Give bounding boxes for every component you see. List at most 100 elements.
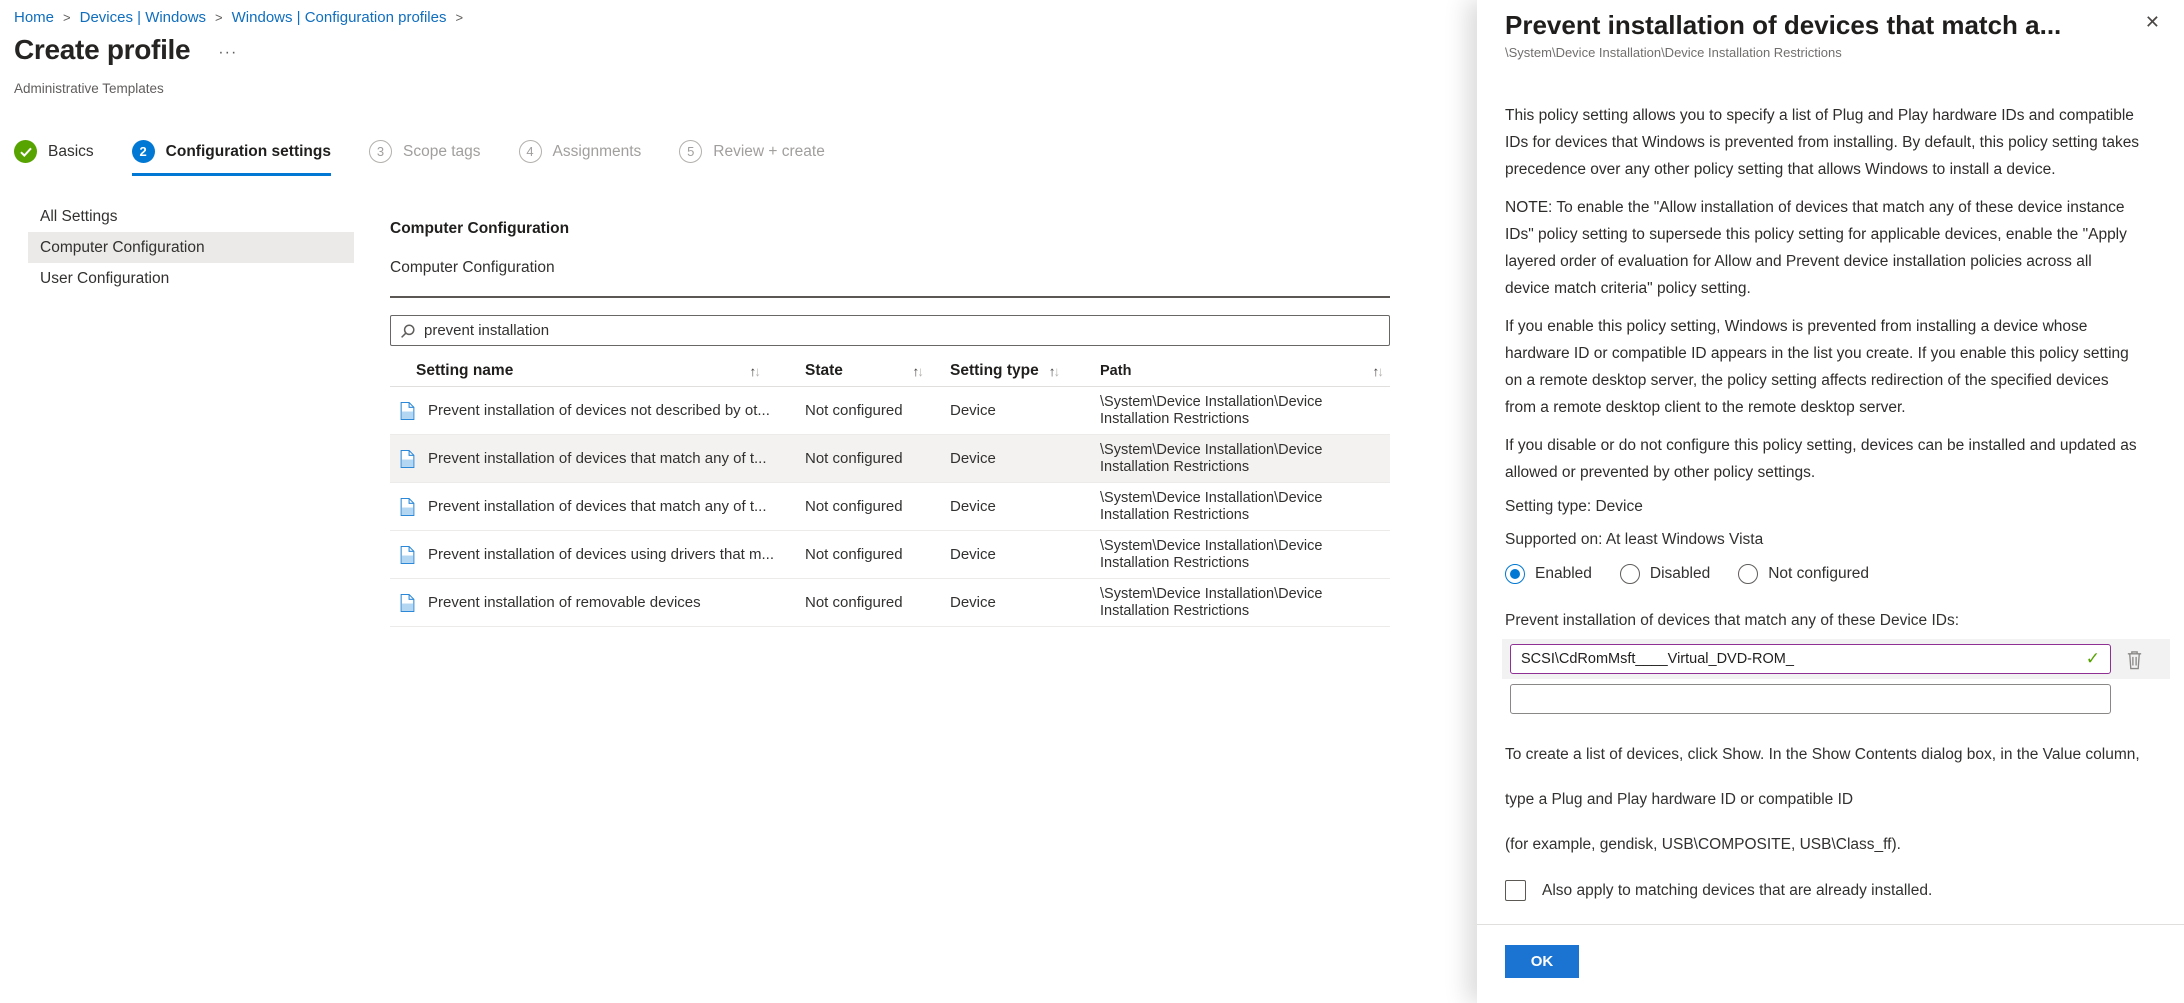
column-header-state[interactable]: State ↑↓ bbox=[805, 362, 950, 380]
sort-icon[interactable]: ↑↓ bbox=[1373, 363, 1383, 380]
sidebar-item-computer-configuration[interactable]: Computer Configuration bbox=[28, 232, 354, 263]
also-apply-checkbox[interactable] bbox=[1505, 880, 1526, 901]
column-label: Setting type bbox=[950, 362, 1039, 380]
panel-path-subtitle: \System\Device Installation\Device Insta… bbox=[1505, 45, 2140, 60]
setting-type: Device bbox=[950, 594, 1100, 611]
checkbox-label: Also apply to matching devices that are … bbox=[1542, 882, 1932, 900]
setting-state: Not configured bbox=[805, 546, 950, 563]
step-scope-tags[interactable]: 3 Scope tags bbox=[369, 140, 481, 176]
setting-name: Prevent installation of removable device… bbox=[428, 594, 701, 611]
close-icon[interactable]: ✕ bbox=[2145, 13, 2160, 31]
device-id-input[interactable] bbox=[1521, 651, 2080, 667]
wizard-steps: Basics 2 Configuration settings 3 Scope … bbox=[14, 140, 825, 176]
settings-sidebar: All Settings Computer Configuration User… bbox=[28, 201, 354, 294]
breadcrumb-devices-windows-link[interactable]: Devices | Windows bbox=[80, 9, 206, 26]
device-id-input-wrapper: ✓ bbox=[1510, 644, 2111, 674]
also-apply-checkbox-row: Also apply to matching devices that are … bbox=[1505, 880, 2140, 901]
sidebar-item-user-configuration[interactable]: User Configuration bbox=[28, 263, 354, 294]
policy-paragraph: If you enable this policy setting, Windo… bbox=[1505, 313, 2140, 421]
search-input[interactable] bbox=[424, 322, 1380, 339]
column-header-setting-type[interactable]: Setting type ↑↓ bbox=[950, 362, 1100, 380]
page-title: Create profile bbox=[14, 34, 190, 66]
sort-icon[interactable]: ↑↓ bbox=[750, 364, 760, 379]
setting-doc-icon bbox=[400, 546, 415, 564]
setting-path: \System\Device Installation\Device Insta… bbox=[1100, 442, 1372, 476]
settings-content: Computer Configuration Computer Configur… bbox=[390, 212, 1390, 627]
device-id-input-wrapper bbox=[1510, 684, 2111, 714]
step-label: Review + create bbox=[713, 143, 825, 161]
section-subtitle: Computer Configuration bbox=[390, 259, 1390, 277]
step-assignments[interactable]: 4 Assignments bbox=[519, 140, 642, 176]
table-row-selected[interactable]: Prevent installation of devices that mat… bbox=[390, 435, 1390, 483]
device-id-entry-row bbox=[1502, 679, 2170, 719]
table-row[interactable]: Prevent installation of devices that mat… bbox=[390, 483, 1390, 531]
setting-state: Not configured bbox=[805, 594, 950, 611]
setting-type-line: Setting type: Device bbox=[1505, 498, 2140, 516]
sort-icon[interactable]: ↑↓ bbox=[1049, 364, 1059, 379]
supported-on-line: Supported on: At least Windows Vista bbox=[1505, 531, 2140, 549]
more-menu-button[interactable]: ··· bbox=[218, 38, 237, 62]
step-number-badge: 4 bbox=[519, 140, 542, 163]
step-number-badge: 3 bbox=[369, 140, 392, 163]
setting-path: \System\Device Installation\Device Insta… bbox=[1100, 586, 1372, 620]
radio-disabled[interactable]: Disabled bbox=[1620, 564, 1710, 584]
policy-paragraph: NOTE: To enable the "Allow installation … bbox=[1505, 194, 2140, 302]
radio-label: Disabled bbox=[1650, 565, 1710, 583]
breadcrumb-configuration-profiles-link[interactable]: Windows | Configuration profiles bbox=[232, 9, 447, 26]
setting-state: Not configured bbox=[805, 498, 950, 515]
page-subtitle: Administrative Templates bbox=[14, 81, 164, 96]
setting-type: Device bbox=[950, 498, 1100, 515]
section-divider bbox=[390, 296, 1390, 298]
step-basics[interactable]: Basics bbox=[14, 140, 94, 176]
radio-label: Enabled bbox=[1535, 565, 1592, 583]
setting-type: Device bbox=[950, 402, 1100, 419]
device-ids-list-label: Prevent installation of devices that mat… bbox=[1505, 612, 2140, 630]
setting-detail-panel: Prevent installation of devices that mat… bbox=[1477, 0, 2184, 1003]
delete-entry-button[interactable] bbox=[2125, 649, 2144, 670]
ok-button[interactable]: OK bbox=[1505, 945, 1579, 978]
policy-paragraph: If you disable or do not configure this … bbox=[1505, 432, 2140, 486]
setting-state: Not configured bbox=[805, 450, 950, 467]
column-header-path[interactable]: Path ↑↓ bbox=[1100, 363, 1390, 380]
setting-state: Not configured bbox=[805, 402, 950, 419]
setting-path: \System\Device Installation\Device Insta… bbox=[1100, 394, 1372, 428]
column-label: State bbox=[805, 362, 843, 380]
valid-check-icon: ✓ bbox=[2086, 649, 2100, 669]
setting-name: Prevent installation of devices that mat… bbox=[428, 498, 767, 515]
breadcrumb-separator: > bbox=[63, 10, 71, 25]
radio-selected-icon bbox=[1505, 564, 1525, 584]
radio-unselected-icon bbox=[1620, 564, 1640, 584]
step-configuration-settings[interactable]: 2 Configuration settings bbox=[132, 140, 331, 176]
setting-path: \System\Device Installation\Device Insta… bbox=[1100, 490, 1372, 524]
intune-create-profile-page: Home > Devices | Windows > Windows | Con… bbox=[0, 0, 2184, 1003]
radio-enabled[interactable]: Enabled bbox=[1505, 564, 1592, 584]
search-icon bbox=[400, 323, 416, 339]
setting-doc-icon bbox=[400, 594, 415, 612]
radio-not-configured[interactable]: Not configured bbox=[1738, 564, 1869, 584]
step-review-create[interactable]: 5 Review + create bbox=[679, 140, 825, 176]
table-row[interactable]: Prevent installation of devices not desc… bbox=[390, 387, 1390, 435]
radio-label: Not configured bbox=[1768, 565, 1869, 583]
device-id-entry-row: ✓ bbox=[1502, 639, 2170, 679]
setting-name: Prevent installation of devices not desc… bbox=[428, 402, 770, 419]
setting-path: \System\Device Installation\Device Insta… bbox=[1100, 538, 1372, 572]
setting-doc-icon bbox=[400, 498, 415, 516]
panel-footer-divider bbox=[1477, 924, 2184, 925]
table-row[interactable]: Prevent installation of removable device… bbox=[390, 579, 1390, 627]
setting-doc-icon bbox=[400, 450, 415, 468]
table-row[interactable]: Prevent installation of devices using dr… bbox=[390, 531, 1390, 579]
sidebar-item-all-settings[interactable]: All Settings bbox=[28, 201, 354, 232]
policy-paragraph: This policy setting allows you to specif… bbox=[1505, 102, 2140, 183]
help-text: To create a list of devices, click Show.… bbox=[1505, 746, 2140, 764]
column-header-setting-name[interactable]: Setting name ↑↓ bbox=[390, 362, 805, 380]
step-label: Basics bbox=[48, 143, 94, 161]
device-id-input-empty[interactable] bbox=[1521, 691, 2100, 707]
policy-description: This policy setting allows you to specif… bbox=[1505, 102, 2140, 486]
settings-search-box[interactable] bbox=[390, 315, 1390, 346]
policy-state-radio-group: Enabled Disabled Not configured bbox=[1505, 564, 2140, 584]
help-text: type a Plug and Play hardware ID or comp… bbox=[1505, 791, 2140, 809]
breadcrumb-home-link[interactable]: Home bbox=[14, 9, 54, 26]
section-title: Computer Configuration bbox=[390, 220, 1390, 238]
sort-icon[interactable]: ↑↓ bbox=[913, 364, 923, 379]
setting-name: Prevent installation of devices using dr… bbox=[428, 546, 774, 563]
